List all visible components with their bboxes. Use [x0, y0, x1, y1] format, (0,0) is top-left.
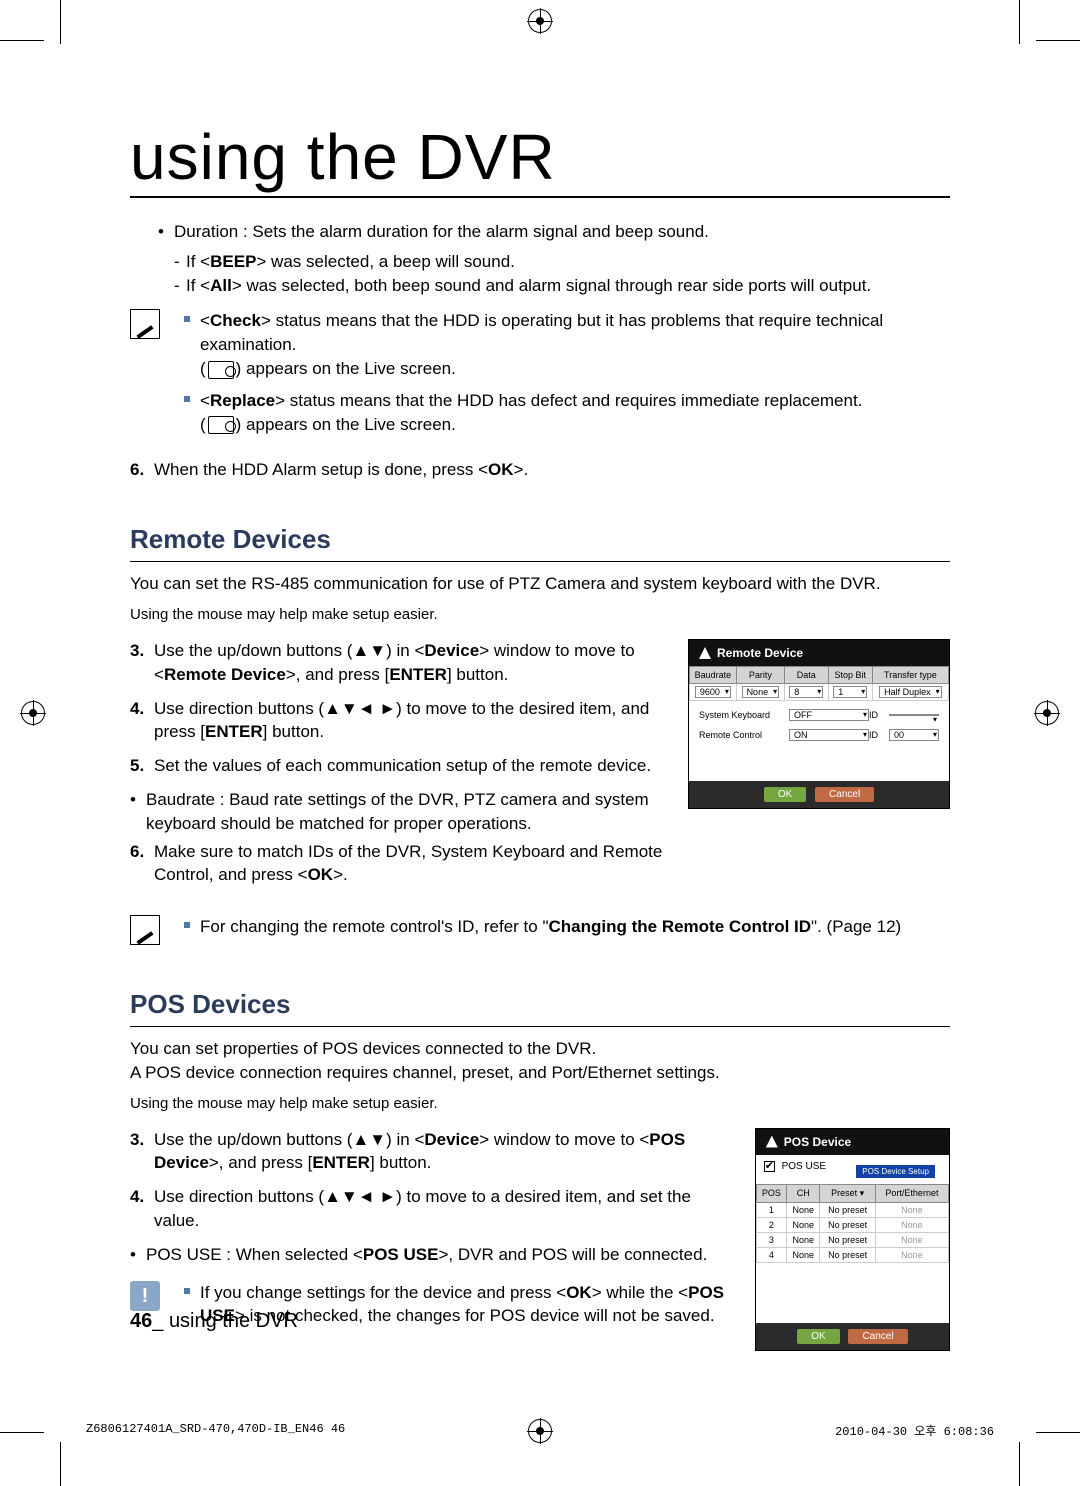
remote-control-label: Remote Control: [699, 730, 789, 740]
registration-mark-top: [527, 8, 553, 34]
trim-top-left-v: [60, 0, 61, 44]
pos-device-setup-button[interactable]: POS Device Setup: [856, 1165, 935, 1178]
remote-devices-heading: Remote Devices: [130, 524, 950, 562]
running-head: using the DVR: [169, 1310, 298, 1332]
remote-step-3: 3. Use the up/down buttons (▲▼) in <Devi…: [130, 639, 664, 687]
remote-cancel-button[interactable]: Cancel: [815, 787, 874, 802]
pos-panel-title: POS Device: [784, 1135, 851, 1149]
trim-top-right-v: [1019, 0, 1020, 44]
hdd-alarm-section: Duration : Sets the alarm duration for t…: [130, 220, 950, 297]
remote-step-6: 6. Make sure to match IDs of the DVR, Sy…: [130, 840, 664, 888]
pos-ok-button[interactable]: OK: [797, 1329, 839, 1344]
pos-intro-1: You can set properties of POS devices co…: [130, 1037, 950, 1061]
remote-control-id[interactable]: 00: [889, 729, 939, 741]
sys-keyboard-label: System Keyboard: [699, 710, 789, 720]
print-timestamp: 2010-04-30 오후 6:08:36: [835, 1422, 994, 1439]
remote-step-4: 4. Use direction buttons (▲▼◄ ►) to move…: [130, 697, 664, 745]
note-icon: [130, 309, 160, 339]
pos-panel-icon: [766, 1136, 778, 1148]
registration-mark-bottom: [527, 1418, 553, 1444]
pos-intro-2: A POS device connection requires channel…: [130, 1061, 950, 1085]
page-number: 46: [130, 1310, 152, 1332]
pos-table: POS CH Preset ▾ Port/Ethernet 1None No p…: [756, 1184, 949, 1263]
remote-mouse: Using the mouse may help make setup easi…: [130, 604, 950, 625]
remote-id-note: For changing the remote control's ID, re…: [130, 915, 950, 947]
table-row[interactable]: 2None No presetNone: [756, 1217, 948, 1232]
remote-intro: You can set the RS-485 communication for…: [130, 572, 950, 596]
baudrate-select[interactable]: 9600: [695, 686, 731, 698]
hdd-alarm-all: If <All> was selected, both beep sound a…: [174, 274, 950, 298]
data-select[interactable]: 8: [789, 686, 823, 698]
remote-baudrate-note: Baudrate : Baud rate settings of the DVR…: [130, 788, 664, 836]
registration-mark-left: [20, 700, 46, 726]
hdd-alarm-beep: If <BEEP> was selected, a beep will soun…: [174, 250, 950, 274]
print-job-id: Z6806127401A_SRD-470,470D-IB_EN46 46: [86, 1422, 345, 1436]
sys-keyboard-id[interactable]: [889, 714, 939, 716]
table-row[interactable]: 1None No presetNone: [756, 1202, 948, 1217]
pos-cancel-button[interactable]: Cancel: [848, 1329, 907, 1344]
parity-select[interactable]: None: [742, 686, 780, 698]
page-footer: 46_ using the DVR: [130, 1310, 298, 1333]
hdd-alarm-duration: Duration : Sets the alarm duration for t…: [158, 220, 950, 297]
trim-bot-left-v: [60, 1442, 61, 1486]
remote-serial-table: Baudrate Parity Data Stop Bit Transfer t…: [689, 666, 949, 701]
registration-mark-right: [1034, 700, 1060, 726]
transfer-select[interactable]: Half Duplex: [879, 686, 942, 698]
remote-panel-icon: [699, 647, 711, 659]
sys-keyboard-id-label: ID: [869, 710, 889, 720]
table-row[interactable]: 4None No presetNone: [756, 1247, 948, 1262]
pos-step-4: 4. Use direction buttons (▲▼◄ ►) to move…: [130, 1185, 731, 1233]
pos-mouse: Using the mouse may help make setup easi…: [130, 1093, 950, 1114]
pos-device-panel: POS Device POS USE POS Device Setup POS …: [755, 1128, 950, 1351]
hdd-check-icon: [208, 361, 234, 379]
pos-use-note: POS USE : When selected <POS USE>, DVR a…: [130, 1243, 731, 1267]
sys-keyboard-state[interactable]: OFF: [789, 709, 869, 721]
remote-ok-button[interactable]: OK: [764, 787, 806, 802]
remote-control-state[interactable]: ON: [789, 729, 869, 741]
hdd-replace-icon: [208, 416, 234, 434]
trim-top-left: [0, 40, 44, 41]
warning-icon: !: [130, 1281, 160, 1311]
hdd-note-check: <Check> status means that the HDD is ope…: [174, 309, 950, 380]
remote-device-panel: Remote Device Baudrate Parity Data Stop …: [688, 639, 950, 809]
pos-use-checkbox[interactable]: [764, 1161, 775, 1172]
table-row[interactable]: 3None No presetNone: [756, 1232, 948, 1247]
remote-step-5: 5. Set the values of each communication …: [130, 754, 664, 778]
pos-use-label: POS USE: [782, 1161, 826, 1172]
page-title: using the DVR: [130, 120, 950, 198]
hdd-note: <Check> status means that the HDD is ope…: [130, 309, 950, 444]
hdd-step-6: 6. When the HDD Alarm setup is done, pre…: [130, 458, 950, 482]
hdd-note-replace: <Replace> status means that the HDD has …: [174, 389, 950, 437]
pos-devices-heading: POS Devices: [130, 989, 950, 1027]
pos-step-3: 3. Use the up/down buttons (▲▼) in <Devi…: [130, 1128, 731, 1176]
remote-id-note-text: For changing the remote control's ID, re…: [174, 915, 950, 939]
trim-bot-right-v: [1019, 1442, 1020, 1486]
trim-bot-left: [0, 1432, 44, 1433]
remote-control-id-label: ID: [869, 730, 889, 740]
remote-panel-title: Remote Device: [717, 646, 803, 660]
trim-bot-right: [1036, 1432, 1080, 1433]
trim-top-right: [1036, 40, 1080, 41]
note-icon: [130, 915, 160, 945]
stopbit-select[interactable]: 1: [833, 686, 867, 698]
page-content: using the DVR Duration : Sets the alarm …: [130, 120, 950, 1351]
